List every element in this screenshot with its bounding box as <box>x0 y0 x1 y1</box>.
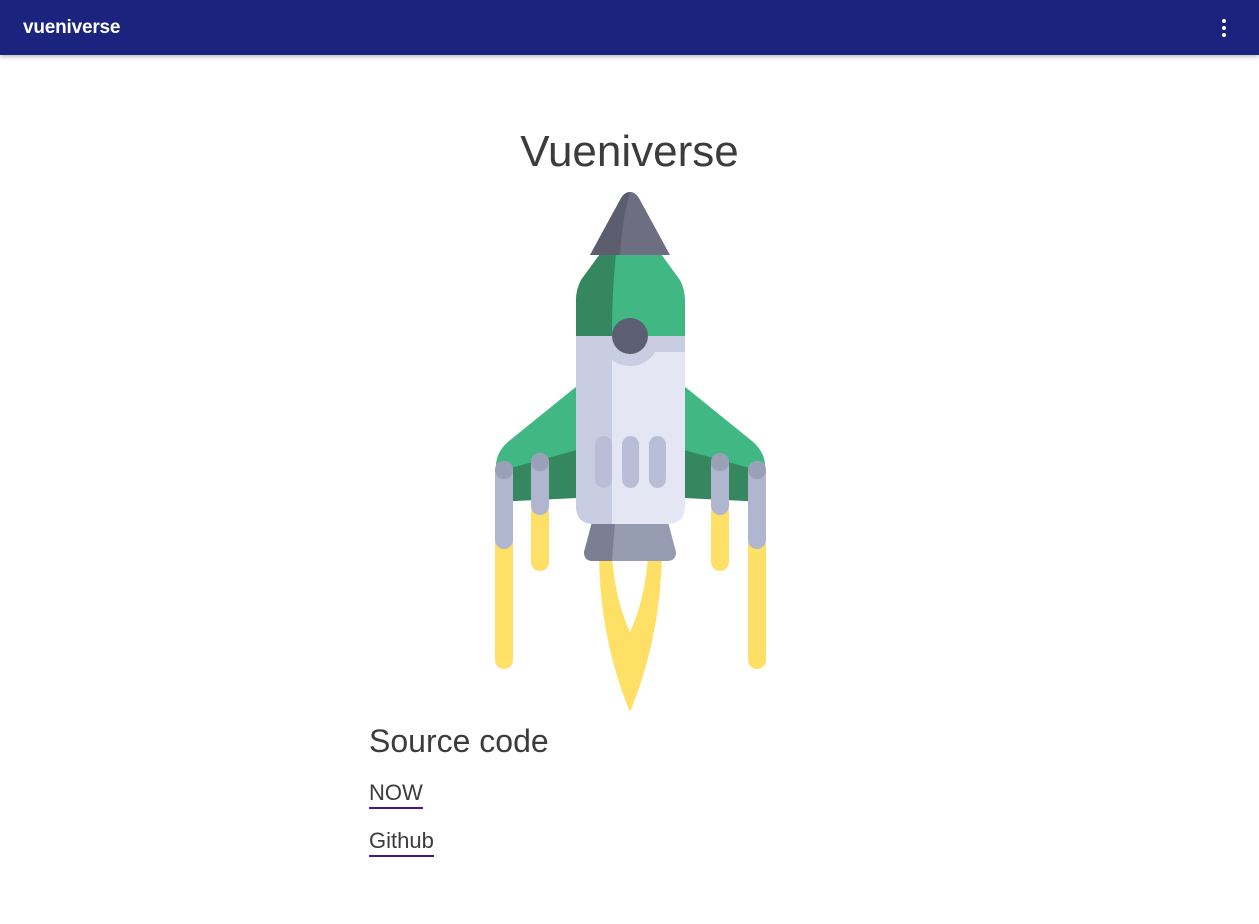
now-link[interactable]: NOW <box>369 779 423 809</box>
rocket-window <box>612 318 648 354</box>
rocket-illustration <box>495 192 766 712</box>
menu-dot <box>1222 18 1226 23</box>
source-code-heading: Source code <box>369 723 549 759</box>
menu-dot <box>1222 32 1226 37</box>
source-code-section: Source code NOW Github <box>369 720 869 857</box>
rocket-vent <box>622 436 639 488</box>
app-title[interactable]: vueniverse <box>23 17 120 39</box>
app-bar: vueniverse <box>0 0 1259 55</box>
more-vertical-icon[interactable] <box>1213 13 1235 43</box>
rocket-vent <box>595 436 612 488</box>
github-link[interactable]: Github <box>369 827 434 857</box>
page-title: Vueniverse <box>520 127 739 176</box>
rocket-vent <box>649 436 666 488</box>
menu-dot <box>1222 25 1226 30</box>
